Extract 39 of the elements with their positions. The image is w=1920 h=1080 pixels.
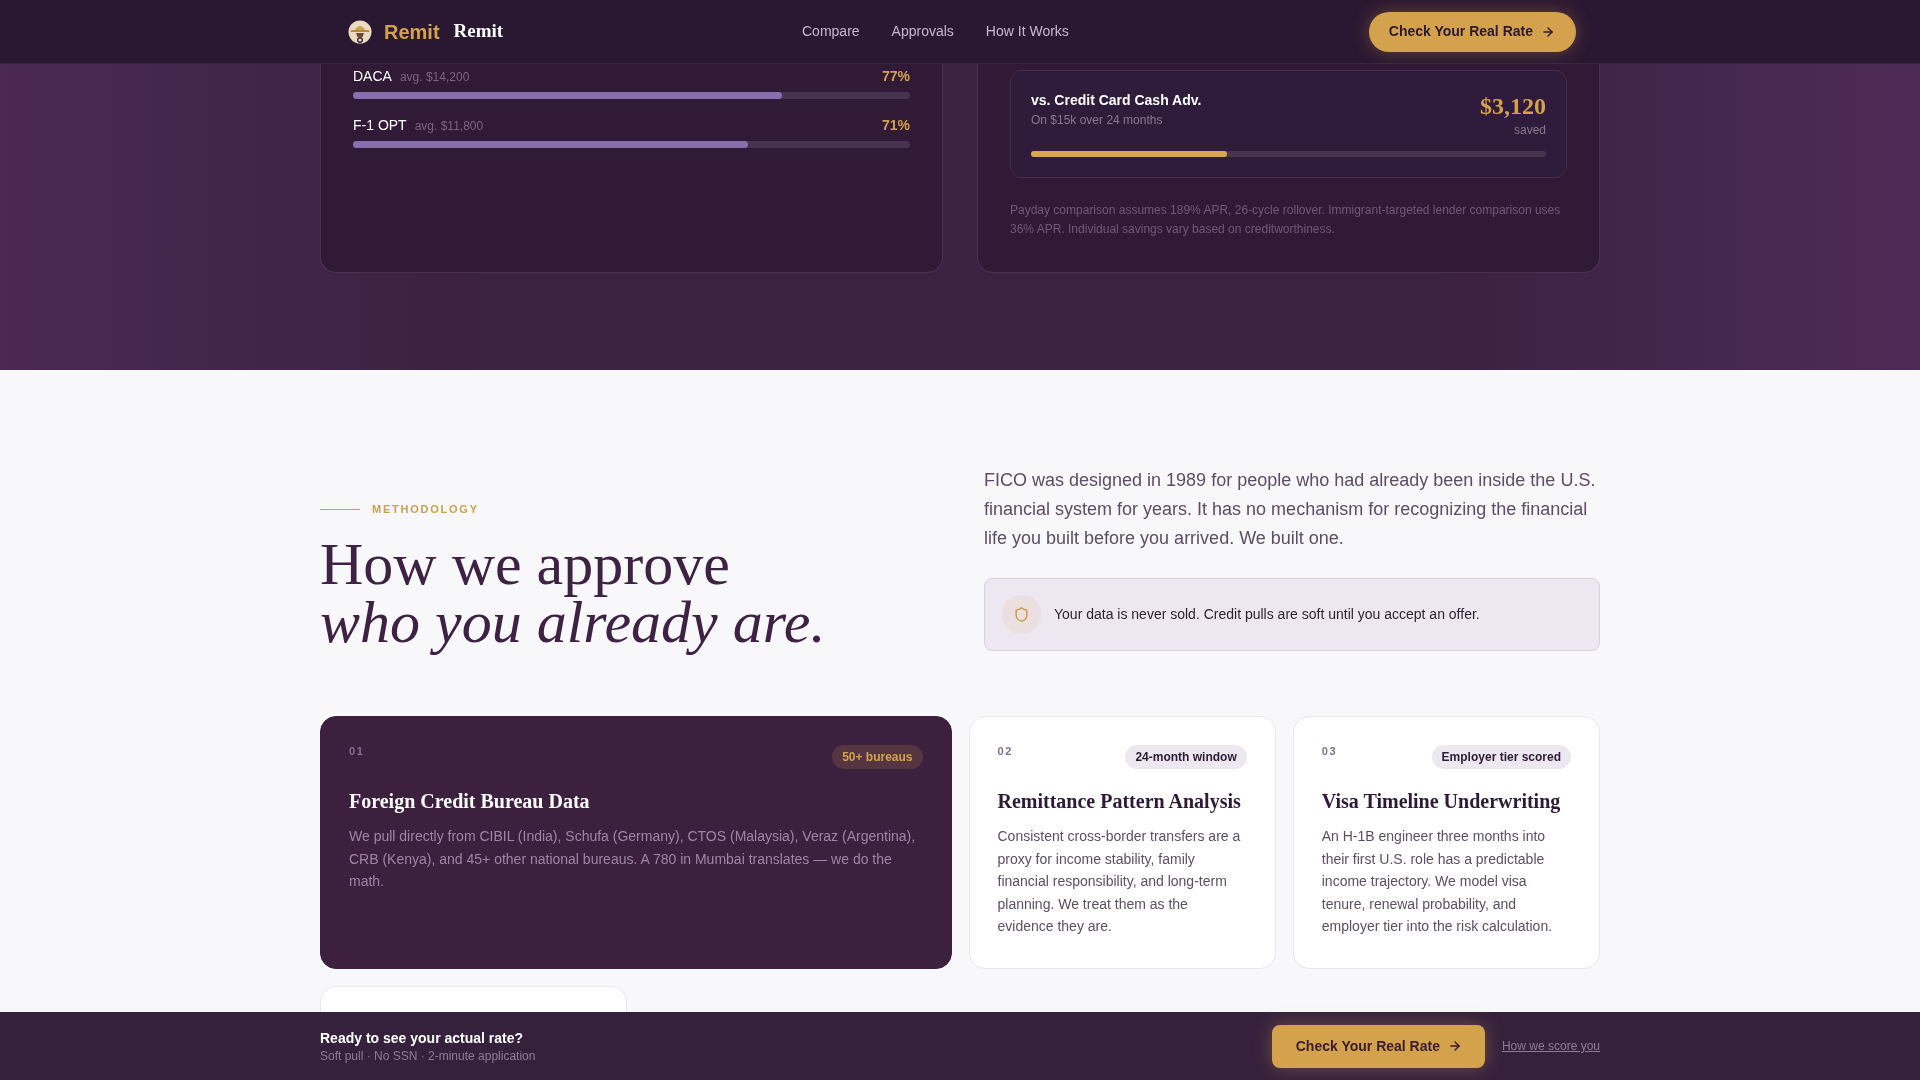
privacy-notice-text: Your data is never sold. Credit pulls are soft until you accept an offer. xyxy=(1054,605,1480,624)
approval-rate: 71% xyxy=(881,115,910,135)
footnote: Payday comparison assumes 189% APR, 26-cycle rollover. Immigrant-targeted lender comparison uses 36% APR. Individual savings vary based on creditworthiness. xyxy=(1010,202,1562,238)
comparison-subtitle: On $15k over 24 months xyxy=(1031,112,1164,128)
average-amount: avg. $11,800 xyxy=(414,117,484,135)
card-description: Consistent cross-border transfers are a proxy for income stability, family financial responsibility, and long-term planning. We treat them as the evidence they are. xyxy=(997,827,1242,936)
brand-name[interactable]: Remit xyxy=(453,17,504,46)
card-tag: 24-month window xyxy=(1125,745,1247,769)
card-tag: 50+ bureaus xyxy=(832,745,923,769)
emblem-icon xyxy=(348,18,372,45)
savings-amount: $3,120 xyxy=(1480,92,1546,120)
check-rate-button[interactable]: Check Your Real Rate xyxy=(1271,1024,1485,1068)
nav-link[interactable]: Compare xyxy=(802,21,860,42)
card-number: 01 xyxy=(349,745,365,758)
check-rate-button[interactable]: Check Your Real Rate xyxy=(1368,11,1576,52)
shield-icon xyxy=(1002,595,1041,634)
card-number: 03 xyxy=(1321,745,1338,758)
average-amount: avg. $14,200 xyxy=(399,68,470,86)
comparison-title: vs. Credit Card Cash Adv. xyxy=(1031,91,1202,110)
cta-title: Ready to see your actual rate? xyxy=(320,1028,525,1047)
card-number: 02 xyxy=(997,745,1014,758)
card-title: Remittance Pattern Analysis xyxy=(997,789,1242,814)
savings-note: saved xyxy=(1513,122,1546,138)
card-description: We pull directly from CIBIL (India), Schufa (Germany), CTOS (Malaysia), Veraz (Argentina), CRB (Kenya), and 45+ other national bureaus. A 780 in Mumbai translates — we do the math. xyxy=(349,827,917,891)
card-tag: Employer tier scored xyxy=(1431,745,1571,769)
nav-link[interactable]: How It Works xyxy=(985,21,1069,42)
visa-status-label: DACA xyxy=(353,66,392,86)
nav-link[interactable]: Approvals xyxy=(891,21,954,42)
cta-subtitle: Soft pull · No SSN · 2-minute application xyxy=(320,1047,536,1064)
visa-status-label: F-1 OPT xyxy=(353,115,407,135)
arrow-right-icon xyxy=(1447,1039,1462,1053)
score-link[interactable]: How we score you xyxy=(1501,1037,1600,1055)
intro-paragraph: FICO was designed in 1989 for people who had already been inside the U.S. financial system for years. It has no mechanism for recognizing the financial life you built before you arrived. We built one. xyxy=(984,469,1597,550)
approval-rate: 77% xyxy=(881,66,910,86)
card-description: An H-1B engineer three months into their first U.S. role has a predictable income trajectory. We model visa tenure, renewal probability, and employer tier into the risk calculation. xyxy=(1321,827,1554,936)
brand-name[interactable]: Remit xyxy=(384,16,440,47)
section-eyebrow: METHODOLOGY xyxy=(372,501,479,517)
card-title: Visa Timeline Underwriting xyxy=(1321,789,1562,814)
card-title: Foreign Credit Bureau Data xyxy=(349,789,591,814)
